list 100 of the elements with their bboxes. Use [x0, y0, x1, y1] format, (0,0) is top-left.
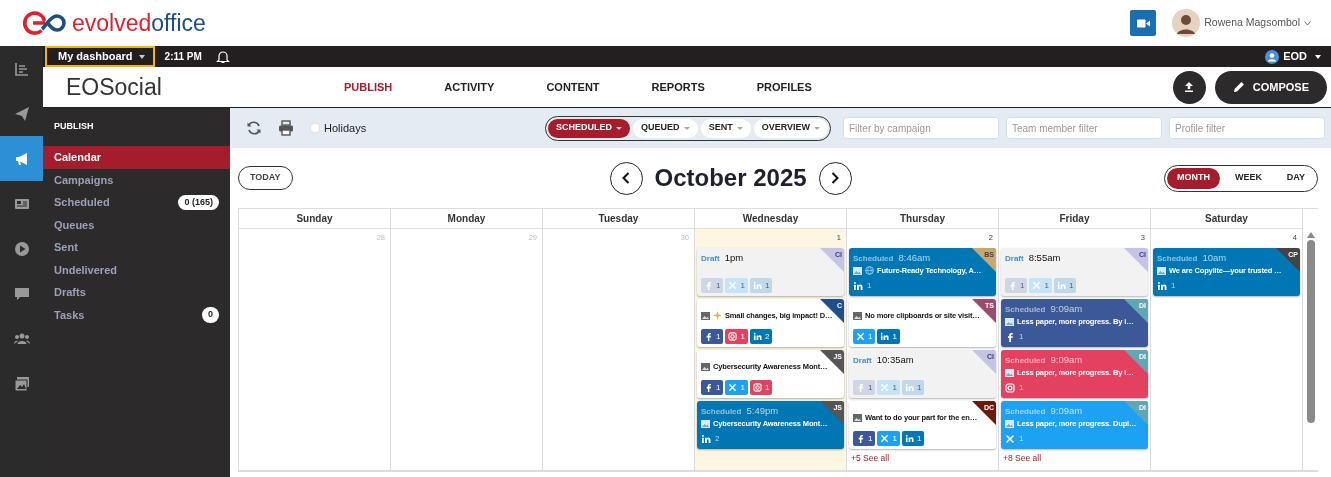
- count-text: 1: [916, 432, 922, 445]
- holidays-checkbox[interactable]: [310, 123, 320, 133]
- nav-tab[interactable]: PUBLISH: [344, 78, 393, 96]
- next-button[interactable]: [818, 161, 852, 195]
- filter-field[interactable]: Team member filter: [1006, 117, 1162, 139]
- user-name[interactable]: Rowena Magsombol: [1204, 15, 1300, 31]
- count-text: 1: [868, 432, 873, 445]
- refresh-icon[interactable]: [246, 120, 262, 136]
- status-filter-button[interactable]: SCHEDULED: [548, 118, 631, 138]
- caret-icon: [616, 126, 623, 130]
- instagram-icon: [752, 383, 762, 392]
- count-text: 1: [1068, 279, 1074, 292]
- sidebar-item[interactable]: Campaigns: [43, 168, 230, 191]
- upload-button[interactable]: [1172, 70, 1206, 104]
- compose-button[interactable]: COMPOSE: [1214, 70, 1327, 104]
- pencil-icon: [1232, 81, 1245, 93]
- image-icon: [1157, 266, 1166, 275]
- nav-tab[interactable]: CONTENT: [546, 78, 600, 96]
- post-time: 1pm: [724, 251, 744, 265]
- scrollbar-thumb[interactable]: [1306, 240, 1315, 423]
- count-text: 1: [716, 330, 721, 343]
- status-filter-button[interactable]: OVERVIEW: [753, 118, 828, 138]
- caret-icon: [138, 54, 145, 59]
- caret-icon: [814, 126, 820, 130]
- status-label: Draft: [853, 355, 872, 367]
- checkbox-label[interactable]: Holidays: [324, 119, 367, 137]
- print-icon[interactable]: [278, 120, 294, 136]
- linkedin-icon: [752, 332, 762, 341]
- image-icon: [1005, 368, 1014, 377]
- sidebar-item[interactable]: Undelivered: [43, 258, 230, 281]
- weekday-header: Sunday: [239, 209, 391, 229]
- image-icon: [1005, 317, 1014, 326]
- image-icon: [853, 413, 862, 422]
- x-icon: [728, 281, 738, 290]
- linkedin-icon: [904, 383, 914, 392]
- facebook-icon: [856, 383, 865, 392]
- filter-field[interactable]: Filter by campaign: [843, 117, 999, 139]
- user-icon: [1265, 49, 1280, 64]
- count-text: 1: [867, 279, 872, 292]
- nav-tab[interactable]: REPORTS: [651, 78, 705, 96]
- sidebar-item[interactable]: Calendar: [43, 146, 230, 169]
- post-time: 8:55am: [1028, 251, 1061, 265]
- bell-icon[interactable]: [215, 49, 230, 64]
- status-filter-button[interactable]: SENT: [700, 118, 751, 138]
- count-text: 1: [892, 330, 897, 343]
- weekday-header: Saturday: [1151, 209, 1303, 229]
- count-text: 1: [740, 279, 745, 292]
- chevron-right-icon: [831, 172, 840, 184]
- x-icon: [728, 383, 738, 392]
- linkedin-icon: [904, 434, 914, 443]
- upload-icon: [1184, 82, 1195, 92]
- view-button[interactable]: MONTH: [1167, 167, 1220, 189]
- count-text: 1: [740, 330, 745, 343]
- count-text: 1: [740, 381, 745, 394]
- caret-icon: [736, 126, 743, 130]
- today-button[interactable]: TODAY: [238, 166, 293, 190]
- count-text: 1: [1019, 432, 1024, 445]
- sidebar-item[interactable]: Drafts: [43, 281, 230, 304]
- megaphone-icon: [13, 150, 30, 167]
- app-title: EOSocial: [66, 72, 163, 102]
- weekday-header: Monday: [391, 209, 543, 229]
- count-text: 1: [764, 381, 770, 394]
- dashboard-dropdown[interactable]: My dashboard: [45, 46, 155, 67]
- count-text: 1: [892, 381, 897, 394]
- scroll-up-icon[interactable]: [1306, 232, 1315, 238]
- facebook-icon: [704, 383, 713, 392]
- status-filter-button[interactable]: QUEUED: [633, 118, 698, 138]
- sidebar-item[interactable]: Queues: [43, 213, 230, 236]
- see-all-link[interactable]: +8 See all: [1001, 452, 1148, 465]
- count-text: 1: [916, 381, 922, 394]
- count-text: 1: [1019, 330, 1024, 343]
- account-name[interactable]: EOD: [1283, 48, 1307, 65]
- status-label: Scheduled: [1005, 355, 1046, 367]
- caret-icon: [1304, 20, 1311, 26]
- see-all-link[interactable]: +5 See all: [849, 452, 996, 465]
- chevron-left-icon: [622, 172, 630, 184]
- sidebar-item[interactable]: Tasks 0: [43, 303, 230, 326]
- post-time: 9:09am: [1050, 353, 1083, 367]
- image-icon: [701, 311, 710, 320]
- count-text: 1: [868, 330, 873, 343]
- image-icon: [853, 266, 862, 275]
- previous-button[interactable]: [609, 161, 643, 195]
- linkedin-icon: [1056, 281, 1066, 290]
- sidebar-item[interactable]: Sent: [43, 236, 230, 259]
- weekday-header: Tuesday: [543, 209, 695, 229]
- nav-tab[interactable]: PROFILES: [756, 78, 812, 96]
- weekday-header: Thursday: [847, 209, 999, 229]
- filter-field[interactable]: Profile filter: [1169, 117, 1325, 139]
- facebook-icon: [704, 281, 713, 290]
- sidebar-item[interactable]: Scheduled 0 (165): [43, 191, 230, 214]
- avatar: [1172, 9, 1201, 37]
- facebook-icon: [704, 332, 713, 341]
- count-text: 1: [716, 381, 721, 394]
- count-text: 2: [764, 330, 770, 343]
- nav-tab[interactable]: ACTIVITY: [444, 78, 495, 96]
- post-time: 10am: [1202, 251, 1227, 265]
- count-text: 1: [1020, 279, 1025, 292]
- post-time: 5:49pm: [746, 404, 779, 418]
- video-button[interactable]: [1130, 10, 1157, 36]
- count-text: 1: [1019, 381, 1024, 394]
